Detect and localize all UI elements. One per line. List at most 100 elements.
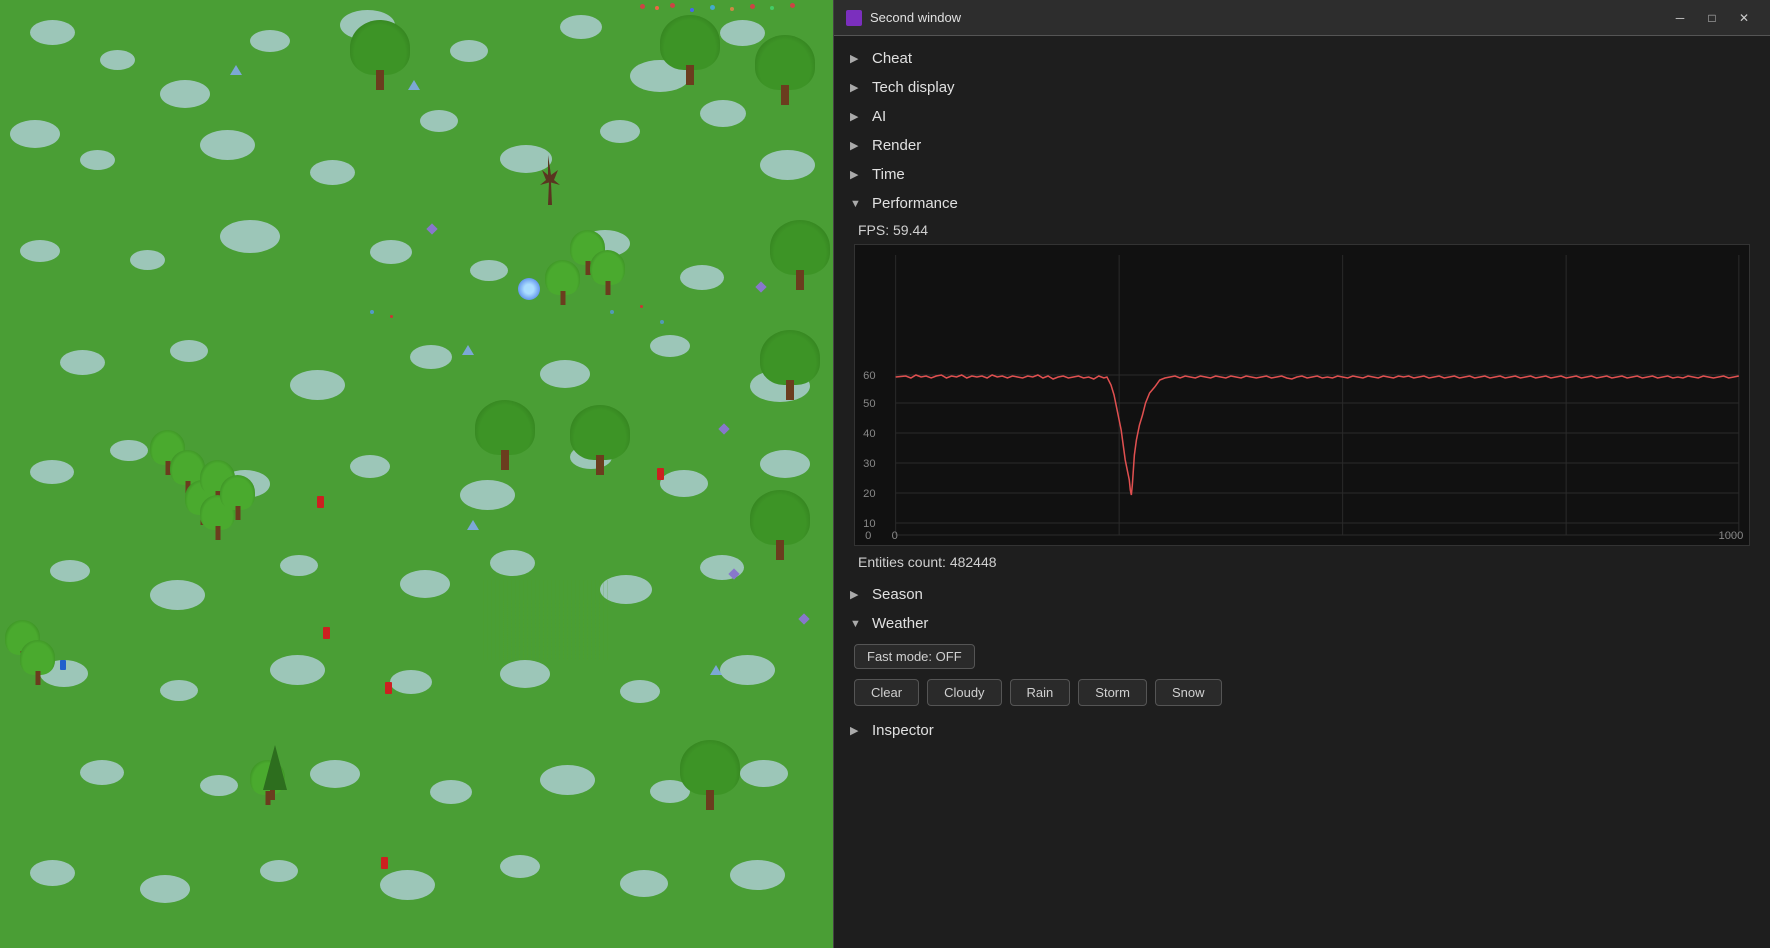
marker bbox=[710, 665, 722, 675]
snow-patch bbox=[540, 360, 590, 388]
snow-patch bbox=[280, 555, 318, 576]
snow-patch bbox=[490, 550, 535, 576]
snow-patch bbox=[650, 335, 690, 357]
section-render[interactable]: ▶ Render bbox=[834, 131, 1770, 160]
entity-dot bbox=[655, 6, 659, 10]
entity-dot bbox=[390, 315, 393, 318]
entity-dot bbox=[610, 310, 614, 314]
svg-text:30: 30 bbox=[863, 458, 875, 470]
performance-arrow: ▼ bbox=[850, 198, 862, 210]
section-performance[interactable]: ▼ Performance bbox=[834, 189, 1770, 218]
snow-patch bbox=[540, 765, 595, 795]
snow-patch bbox=[380, 870, 435, 900]
weather-label: Weather bbox=[872, 615, 928, 632]
snow-patch bbox=[370, 240, 412, 264]
entity-dot bbox=[730, 7, 734, 11]
section-tech-display[interactable]: ▶ Tech display bbox=[834, 73, 1770, 102]
season-arrow: ▶ bbox=[850, 588, 862, 601]
snow-patch bbox=[660, 470, 708, 497]
marker bbox=[755, 281, 766, 292]
snow-patch bbox=[470, 260, 508, 281]
weather-storm-button[interactable]: Storm bbox=[1078, 679, 1147, 706]
cheat-arrow: ▶ bbox=[850, 52, 862, 65]
entities-label: Entities count: 482448 bbox=[854, 554, 1750, 570]
entity-dot bbox=[770, 6, 774, 10]
tree bbox=[570, 405, 630, 475]
section-season[interactable]: ▶ Season bbox=[834, 580, 1770, 609]
snow-patch bbox=[200, 775, 238, 796]
character bbox=[657, 468, 664, 480]
tree bbox=[475, 400, 535, 470]
svg-text:0: 0 bbox=[865, 530, 871, 542]
snow-patch bbox=[620, 870, 668, 897]
snow-patch bbox=[220, 220, 280, 253]
svg-text:20: 20 bbox=[863, 488, 875, 500]
snow-patch bbox=[160, 80, 210, 108]
snow-patch bbox=[20, 240, 60, 262]
snow-patch bbox=[310, 160, 355, 185]
snow-patch bbox=[730, 860, 785, 890]
entity-dot bbox=[690, 8, 694, 12]
snow-patch bbox=[680, 265, 724, 290]
snow-patch bbox=[410, 345, 452, 369]
snow-patch bbox=[460, 480, 515, 510]
entity-dot bbox=[670, 3, 675, 8]
game-content bbox=[0, 0, 833, 948]
entity-dot bbox=[710, 5, 715, 10]
snow-patch bbox=[200, 130, 255, 160]
entity-dot bbox=[660, 320, 664, 324]
snow-patch bbox=[400, 570, 450, 598]
snow-patch bbox=[290, 370, 345, 400]
weather-clear-button[interactable]: Clear bbox=[854, 679, 919, 706]
render-label: Render bbox=[872, 137, 921, 154]
tree bbox=[350, 20, 410, 90]
close-button[interactable]: ✕ bbox=[1730, 8, 1758, 28]
title-bar: Second window ─ □ ✕ bbox=[834, 0, 1770, 36]
marker bbox=[467, 520, 479, 530]
performance-label: Performance bbox=[872, 195, 958, 212]
weather-rain-button[interactable]: Rain bbox=[1010, 679, 1071, 706]
time-label: Time bbox=[872, 166, 905, 183]
render-arrow: ▶ bbox=[850, 139, 862, 152]
weather-snow-button[interactable]: Snow bbox=[1155, 679, 1222, 706]
snow-patch bbox=[150, 580, 205, 610]
snow-patch bbox=[130, 250, 165, 270]
minimize-button[interactable]: ─ bbox=[1666, 8, 1694, 28]
section-inspector[interactable]: ▶ Inspector bbox=[834, 716, 1770, 745]
snow-patch bbox=[80, 760, 124, 785]
snow-patch bbox=[620, 680, 660, 703]
snow-patch bbox=[350, 455, 390, 478]
section-ai[interactable]: ▶ AI bbox=[834, 102, 1770, 131]
tree bbox=[20, 640, 55, 685]
tree bbox=[760, 330, 820, 400]
snow-patch bbox=[260, 860, 298, 882]
svg-text:60: 60 bbox=[863, 370, 875, 382]
second-window: Second window ─ □ ✕ ▶ Cheat ▶ Tech displ… bbox=[833, 0, 1770, 948]
weather-cloudy-button[interactable]: Cloudy bbox=[927, 679, 1001, 706]
inspector-arrow: ▶ bbox=[850, 724, 862, 737]
snow-patch bbox=[250, 30, 290, 52]
character bbox=[323, 627, 330, 639]
tree bbox=[770, 220, 830, 290]
entity-dot bbox=[790, 3, 795, 8]
snow-patch bbox=[140, 875, 190, 903]
section-weather[interactable]: ▼ Weather bbox=[834, 609, 1770, 638]
character bbox=[317, 496, 324, 508]
tree bbox=[680, 740, 740, 810]
snow-patch bbox=[50, 560, 90, 582]
snow-patch bbox=[100, 50, 135, 70]
snow-patch bbox=[560, 15, 602, 39]
snow-patch bbox=[500, 660, 550, 688]
ai-arrow: ▶ bbox=[850, 110, 862, 123]
section-cheat[interactable]: ▶ Cheat bbox=[834, 44, 1770, 73]
weather-buttons: Clear Cloudy Rain Storm Snow bbox=[854, 679, 1750, 706]
section-time[interactable]: ▶ Time bbox=[834, 160, 1770, 189]
character bbox=[381, 857, 388, 869]
snow-patch bbox=[720, 655, 775, 685]
snow-patch bbox=[160, 680, 198, 701]
snow-patch bbox=[740, 760, 788, 787]
snow-patch bbox=[10, 120, 60, 148]
maximize-button[interactable]: □ bbox=[1698, 8, 1726, 28]
panel-content[interactable]: ▶ Cheat ▶ Tech display ▶ AI ▶ Render ▶ T… bbox=[834, 36, 1770, 948]
snow-patch bbox=[500, 145, 552, 173]
